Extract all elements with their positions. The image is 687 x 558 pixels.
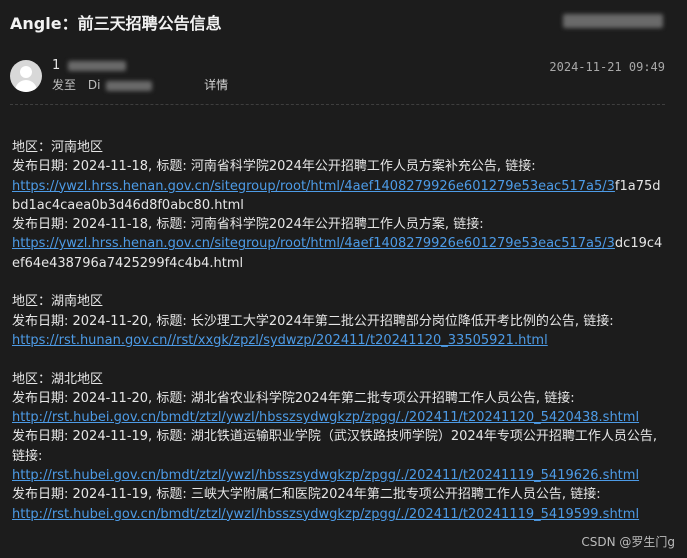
region-heading: 地区：湖北地区 [12, 371, 104, 387]
posting-link[interactable]: https://ywzl.hrss.henan.gov.cn/sitegroup… [12, 179, 615, 194]
email-body: 地区：河南地区 发布日期: 2024-11-18, 标题: 河南省科学院2024… [12, 138, 667, 524]
posting-line: 发布日期: 2024-11-20, 标题: 湖北省农业科学院2024年第二批专项… [12, 390, 575, 406]
redacted-recipient-name [106, 80, 153, 91]
header-divider [10, 104, 665, 105]
redacted-recipient-block [563, 14, 663, 28]
avatar-body-shape [15, 80, 37, 92]
posting-link-line: https://ywzl.hrss.henan.gov.cn/sitegroup… [12, 177, 667, 216]
posting-line: 发布日期: 2024-11-20, 标题: 长沙理工大学2024年第二批公开招聘… [12, 313, 614, 329]
region-heading: 地区：河南地区 [12, 140, 104, 155]
region-heading: 地区：湖南地区 [12, 294, 104, 310]
posting-link-line: https://ywzl.hrss.henan.gov.cn/sitegroup… [12, 234, 667, 273]
posting-line: 发布日期: 2024-11-19, 标题: 三峡大学附属仁和医院2024年第二批… [12, 487, 601, 503]
posting-line: 发布日期: 2024-11-18, 标题: 河南省科学院2024年公开招聘工作人… [12, 217, 484, 233]
posting-line: 发布日期: 2024-11-18, 标题: 河南省科学院2024年公开招聘工作人… [12, 159, 536, 175]
posting-link[interactable]: https://rst.hunan.gov.cn//rst/xxgk/zpzl/… [12, 333, 548, 348]
email-timestamp: 2024-11-21 09:49 [549, 60, 665, 74]
csdn-watermark: CSDN @罗生门g [581, 535, 675, 549]
to-value: Di [87, 78, 101, 92]
avatar[interactable] [10, 60, 42, 92]
posting-link[interactable]: http://rst.hubei.gov.cn/bmdt/ztzl/ywzl/h… [12, 507, 639, 522]
to-label: 发至 [52, 78, 77, 92]
posting-link-line: http://rst.hubei.gov.cn/bmdt/ztzl/ywzl/h… [12, 408, 667, 427]
posting-link[interactable]: http://rst.hubei.gov.cn/bmdt/ztzl/ywzl/h… [12, 410, 639, 425]
region-block-henan: 地区：河南地区 发布日期: 2024-11-18, 标题: 河南省科学院2024… [12, 138, 667, 273]
region-block-hunan: 地区：湖南地区 发布日期: 2024-11-20, 标题: 长沙理工大学2024… [12, 292, 667, 350]
sender-name[interactable]: 1 [52, 58, 127, 73]
email-subject: Angle：前三天招聘公告信息 [10, 14, 222, 33]
posting-link-line: http://rst.hubei.gov.cn/bmdt/ztzl/ywzl/h… [12, 505, 667, 524]
avatar-head-shape [20, 66, 32, 78]
sender-name-text: 1 [52, 58, 61, 73]
posting-link-line: https://rst.hunan.gov.cn//rst/xxgk/zpzl/… [12, 331, 667, 350]
posting-link[interactable]: https://ywzl.hrss.henan.gov.cn/sitegroup… [12, 236, 615, 251]
details-link[interactable]: 详情 [204, 78, 228, 92]
region-block-hubei: 地区：湖北地区 发布日期: 2024-11-20, 标题: 湖北省农业科学院20… [12, 370, 667, 524]
posting-link[interactable]: http://rst.hubei.gov.cn/bmdt/ztzl/ywzl/h… [12, 468, 639, 483]
posting-link-line: http://rst.hubei.gov.cn/bmdt/ztzl/ywzl/h… [12, 466, 667, 485]
posting-line: 发布日期: 2024-11-19, 标题: 湖北铁道运输职业学院（武汉铁路技师学… [12, 429, 658, 464]
redacted-sender-name [68, 60, 127, 71]
recipient-row: 发至 Di 详情 [52, 76, 236, 93]
